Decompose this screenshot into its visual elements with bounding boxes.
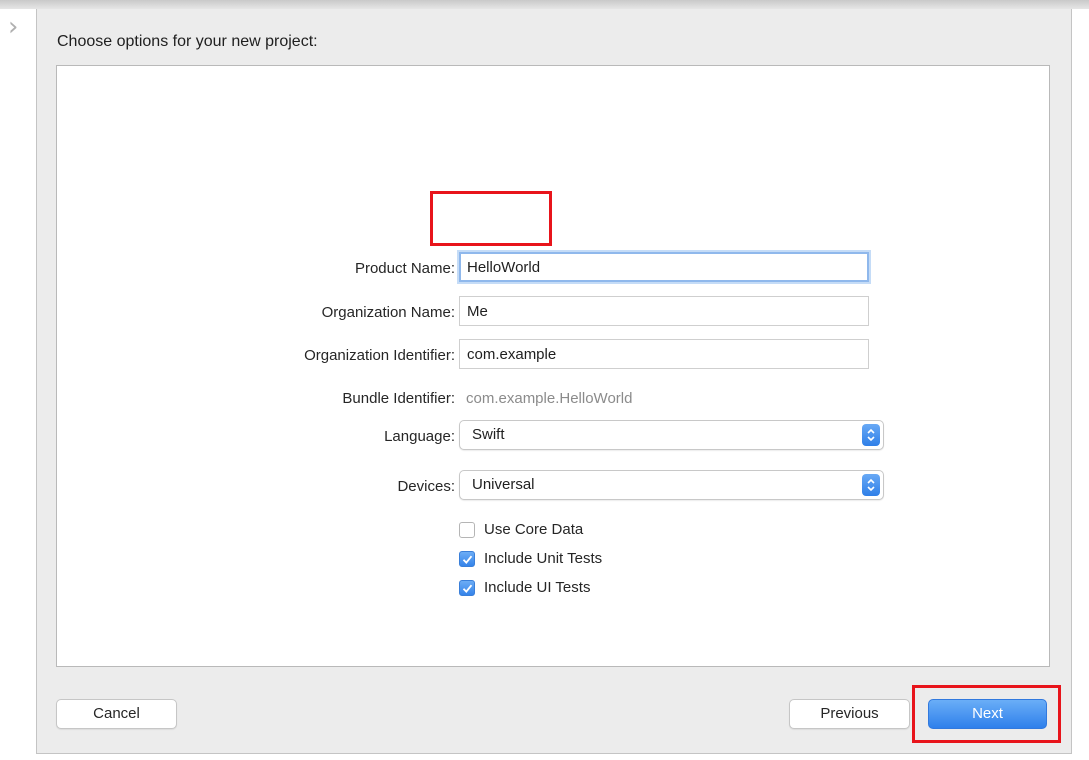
chevron-right-icon[interactable]: › — [8, 14, 18, 40]
organization-name-label: Organization Name: — [321, 304, 455, 321]
product-name-label: Product Name: — [354, 260, 455, 277]
language-selected-value: Swift — [472, 426, 505, 443]
devices-popup[interactable]: Universal — [459, 470, 884, 500]
devices-selected-value: Universal — [472, 476, 535, 493]
cancel-button[interactable]: Cancel — [56, 699, 177, 729]
language-label: Language: — [384, 428, 455, 445]
checkbox-label: Use Core Data — [484, 521, 584, 538]
window-top-edge — [0, 0, 1089, 9]
checkbox-label: Include UI Tests — [484, 579, 591, 596]
sheet-title: Choose options for your new project: — [57, 33, 318, 50]
popup-arrows-icon — [862, 474, 880, 496]
organization-name-input[interactable] — [459, 296, 869, 326]
checkbox-box[interactable] — [459, 551, 475, 567]
organization-identifier-input[interactable] — [459, 339, 869, 369]
checkbox-label: Include Unit Tests — [484, 550, 603, 567]
new-project-options-sheet: Choose options for your new project: Pro… — [36, 9, 1072, 754]
product-name-highlight — [430, 191, 552, 246]
previous-button[interactable]: Previous — [789, 699, 910, 729]
organization-identifier-label: Organization Identifier: — [304, 347, 455, 364]
bundle-identifier-value: com.example.HelloWorld — [466, 390, 633, 407]
language-popup[interactable]: Swift — [459, 420, 884, 450]
next-button[interactable]: Next — [928, 699, 1047, 729]
checkbox-box[interactable] — [459, 580, 475, 596]
product-name-input[interactable] — [459, 252, 869, 282]
options-panel: Product Name: Organization Name: Organiz… — [56, 65, 1050, 667]
checkbox-box[interactable] — [459, 522, 475, 538]
checkmark-icon — [462, 584, 473, 593]
bundle-identifier-label: Bundle Identifier: — [342, 390, 455, 407]
popup-arrows-icon — [862, 424, 880, 446]
devices-label: Devices: — [397, 478, 455, 495]
checkmark-icon — [462, 555, 473, 564]
